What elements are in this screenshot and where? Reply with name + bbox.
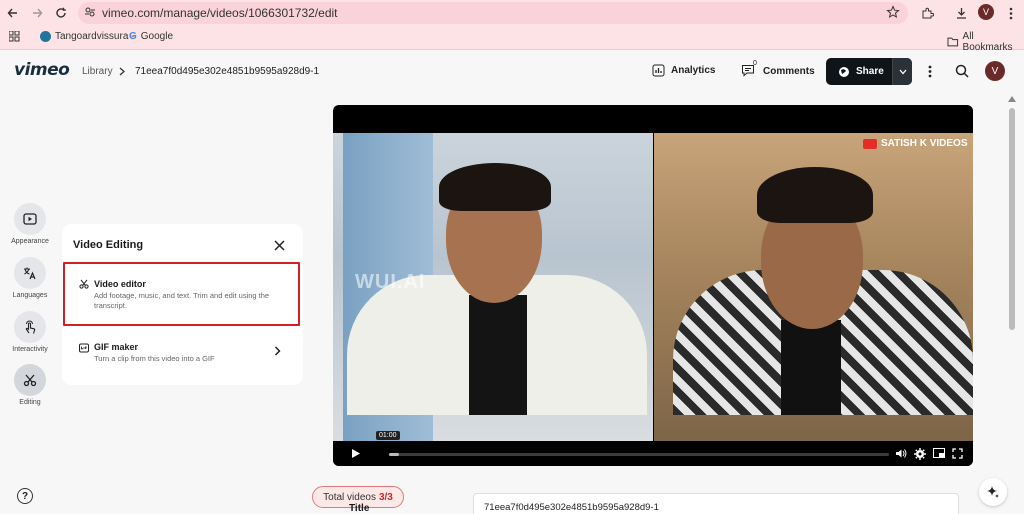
help-icon[interactable]: ? <box>17 488 33 504</box>
rail-item-languages[interactable]: Languages <box>8 257 52 299</box>
analytics-button[interactable]: Analytics <box>652 64 715 77</box>
volume-icon[interactable] <box>895 448 907 459</box>
reload-button[interactable] <box>52 4 70 22</box>
chevron-down-icon <box>899 69 906 74</box>
puzzle-icon <box>922 7 934 18</box>
video-editor-title: Video editor <box>94 279 146 289</box>
user-avatar[interactable]: V <box>985 61 1005 81</box>
app-header: vimeo Library 71eea7f0d495e302e4851b9595… <box>0 50 1024 94</box>
translate-icon <box>14 257 46 289</box>
reload-icon <box>56 7 66 18</box>
video-editing-panel: Video Editing Video editor Add footage, … <box>62 224 303 385</box>
extensions-button[interactable] <box>918 4 936 22</box>
progress-bar[interactable] <box>389 453 889 456</box>
gif-maker-desc: Turn a clip from this video into a GIF <box>94 354 215 363</box>
scissors-icon <box>14 364 46 396</box>
video-editor-option[interactable]: Video editor Add footage, music, and tex… <box>62 262 303 326</box>
forward-button[interactable] <box>28 4 46 22</box>
breadcrumb-video-title: 71eea7f0d495e302e4851b9595a928d9-1 <box>135 66 320 77</box>
channel-watermark: SATISH K VIDEOS <box>863 138 968 149</box>
play-square-icon <box>14 203 46 235</box>
kebab-menu-icon <box>1009 7 1013 19</box>
chevron-right-icon <box>119 67 125 76</box>
analytics-icon <box>652 64 665 77</box>
panel-title: Video Editing <box>73 239 144 251</box>
url-text: vimeo.com/manage/videos/1066301732/edit <box>102 6 338 20</box>
rail-item-editing[interactable]: Editing <box>8 364 52 406</box>
bookmark-star-icon[interactable] <box>886 5 900 19</box>
arrow-right-icon <box>33 8 43 18</box>
scrollbar-thumb[interactable] <box>1009 108 1015 330</box>
bookmarks-bar: Tangoardvissura - G Google All Bookmarks <box>0 26 1024 53</box>
share-dropdown-button[interactable] <box>892 58 912 85</box>
gif-icon <box>79 343 89 353</box>
close-panel-button[interactable] <box>274 238 285 256</box>
video-player[interactable]: WUI.AI SATISH K VIDEOS 01:00 <box>333 105 973 466</box>
settings-gear-icon[interactable] <box>914 448 926 460</box>
player-controls <box>333 441 973 466</box>
gif-maker-title: GIF maker <box>94 342 139 352</box>
search-button[interactable] <box>955 64 969 83</box>
rail-item-appearance[interactable]: Appearance <box>8 203 52 245</box>
search-icon <box>955 64 969 78</box>
ai-assistant-button[interactable] <box>979 478 1007 506</box>
comments-button[interactable]: 0 Comments <box>741 60 815 78</box>
address-bar[interactable]: vimeo.com/manage/videos/1066301732/edit <box>78 2 908 24</box>
vimeo-logo[interactable]: vimeo <box>14 60 70 80</box>
bookmark-tangoardvissura[interactable]: Tangoardvissura - <box>40 31 134 42</box>
page-scrollbar[interactable] <box>1004 94 1020 514</box>
google-icon: G <box>129 31 137 42</box>
comments-count: 0 <box>753 60 757 67</box>
time-tooltip: 01:00 <box>376 431 400 440</box>
apps-icon[interactable] <box>9 31 20 42</box>
title-label: Title <box>349 503 370 514</box>
picture-in-picture-icon[interactable] <box>933 448 945 459</box>
chevron-right-icon <box>274 346 281 356</box>
overlay-watermark: WUI.AI <box>355 271 426 293</box>
breadcrumb-library[interactable]: Library <box>82 66 113 77</box>
fullscreen-icon[interactable] <box>952 448 963 459</box>
more-options-button[interactable] <box>928 65 932 83</box>
video-editor-desc: Add footage, music, and text. Trim and e… <box>94 291 270 310</box>
browser-toolbar: vimeo.com/manage/videos/1066301732/edit … <box>0 0 1024 26</box>
scissors-icon <box>79 279 89 289</box>
downloads-button[interactable] <box>952 4 970 22</box>
globe-icon <box>839 66 849 77</box>
scroll-up-icon[interactable] <box>1008 96 1016 102</box>
title-input[interactable]: 71eea7f0d495e302e4851b9595a928d9-1 <box>473 493 959 514</box>
share-main[interactable]: Share <box>826 66 892 78</box>
arrow-left-icon <box>7 8 17 18</box>
gif-maker-option[interactable]: GIF maker Turn a clip from this video in… <box>62 336 303 370</box>
site-settings-icon[interactable] <box>84 6 96 18</box>
folder-icon <box>947 37 959 47</box>
tap-icon <box>14 311 46 343</box>
download-icon <box>956 7 966 19</box>
browser-profile-avatar[interactable]: V <box>978 4 994 20</box>
play-icon[interactable] <box>351 448 361 459</box>
bookmark-google[interactable]: G Google <box>129 31 173 42</box>
rail-item-interactivity[interactable]: Interactivity <box>8 311 52 353</box>
browser-menu-button[interactable] <box>1002 4 1020 22</box>
youtube-icon <box>863 138 877 149</box>
sparkle-icon <box>987 486 999 498</box>
close-icon <box>274 240 285 251</box>
wordpress-icon <box>40 31 51 42</box>
share-button[interactable]: Share <box>826 58 912 85</box>
kebab-menu-icon <box>928 65 932 78</box>
back-button[interactable] <box>4 4 22 22</box>
